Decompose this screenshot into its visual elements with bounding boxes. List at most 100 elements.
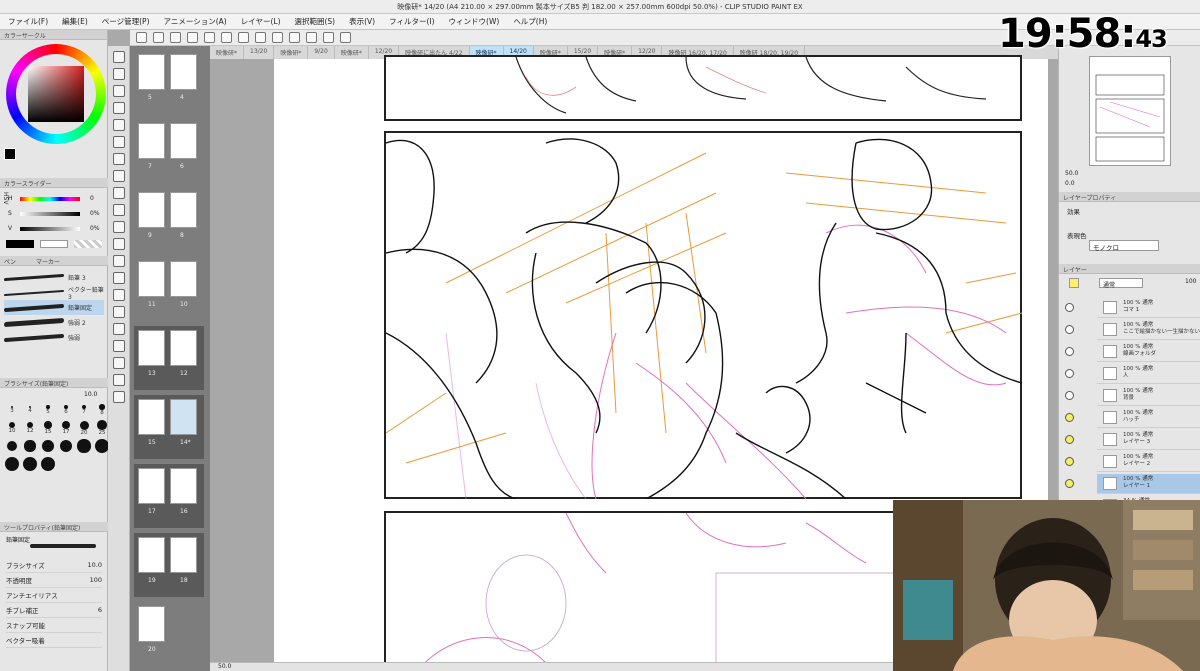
color-history-transparent[interactable] [74,240,102,248]
page-thumbnail[interactable] [170,54,197,90]
balloon-icon[interactable] [112,374,125,386]
color-wheel[interactable] [6,44,106,144]
gradient-icon[interactable] [112,289,125,301]
layer-row[interactable]: 100 % 通常 ここで絵描かない一生描かない [1097,320,1200,340]
wand-icon[interactable] [112,119,125,131]
snap-icon[interactable] [323,32,334,43]
page-thumbnail[interactable] [138,192,165,228]
layer-row[interactable]: 100 % 通常 レイヤー 1 [1097,474,1200,494]
brush-size-option[interactable] [22,438,38,454]
color-history-white[interactable] [40,240,68,248]
layer-row[interactable]: 100 % 通常 ハッチ [1097,408,1200,428]
tool-property-row[interactable]: アンチエイリアス [6,588,102,603]
tab-doc[interactable]: 映像研* [210,46,245,59]
undo-icon[interactable] [221,32,232,43]
layer-row[interactable]: 100 % 通常人 [1097,364,1200,384]
frame-icon[interactable] [112,323,125,335]
layer-visibility-icon[interactable] [1065,303,1074,312]
menu-filter[interactable]: フィルター(I) [389,16,434,27]
fill-icon[interactable] [112,272,125,284]
subtool-item[interactable]: 鉛筆 3 [4,270,104,285]
saturation-square[interactable] [28,66,84,122]
menu-window[interactable]: ウィンドウ(W) [449,16,500,27]
brush-size-option[interactable]: 12 [22,420,38,436]
layer-row[interactable]: 100 % 通常 レイヤー 3 [1097,430,1200,450]
page-thumbnail[interactable] [138,606,165,642]
layer-visibility-icon[interactable] [1065,325,1074,334]
brush-size-option[interactable] [4,438,20,454]
page-thumbnail[interactable] [138,537,165,573]
navigator-angle[interactable]: 0.0 [1065,180,1075,187]
brush-size-option[interactable]: 20 [76,420,92,436]
brush-size-option[interactable]: 6 [58,402,74,418]
brush-size-option[interactable]: 7 [76,402,92,418]
blend-mode-select[interactable]: 通常 [1099,278,1143,289]
tab-doc[interactable]: 映像研* [274,46,309,59]
tab-doc[interactable]: 映像研* [335,46,369,59]
subtool-tab-pen[interactable]: ペン [4,257,16,266]
brush-size-option[interactable]: 10 [4,420,20,436]
pen-icon[interactable] [112,153,125,165]
copy-icon[interactable] [187,32,198,43]
tool-property-row[interactable]: ブラシサイズ 10.0 [6,558,102,573]
main-color-swatch[interactable] [4,148,16,160]
page-thumbnail[interactable] [138,123,165,159]
tab-doc[interactable]: 9/20 [308,46,335,59]
layer-visibility-icon[interactable] [1065,413,1074,422]
save-icon[interactable] [170,32,181,43]
page-thumbnail[interactable] [138,261,165,297]
open-icon[interactable] [153,32,164,43]
brush-size-option[interactable] [40,456,56,472]
figure-icon[interactable] [112,306,125,318]
layer-visibility-icon[interactable] [1065,457,1074,466]
page-thumbnail[interactable] [170,261,197,297]
slider-v[interactable]: V 0% [8,224,104,233]
brush-size-option[interactable]: 17 [58,420,74,436]
page-thumbnail[interactable] [170,399,197,435]
slider-s[interactable]: S 0% [8,209,104,218]
vector-icon[interactable] [306,32,317,43]
brush-size-option[interactable] [58,438,74,454]
page-thumbnail[interactable] [170,468,197,504]
correct-line-icon[interactable] [112,391,125,403]
brush-size-option[interactable]: 4 [22,402,38,418]
tool-property-row[interactable]: スナップ可能 [6,618,102,633]
brush-size-option[interactable] [40,438,56,454]
navigator-zoom[interactable]: 50.0 [1065,170,1078,177]
navigator-preview[interactable] [1089,56,1171,166]
menu-selection[interactable]: 選択範囲(S) [295,16,336,27]
pencil-icon[interactable] [112,170,125,182]
redo-icon[interactable] [238,32,249,43]
page-thumbnail[interactable] [138,399,165,435]
select-icon[interactable] [112,102,125,114]
layer-color-swatch[interactable] [1069,278,1079,288]
subtool-item[interactable]: 強弱 [4,330,104,345]
blend-icon[interactable] [112,255,125,267]
layer-opacity-value[interactable]: 100 [1185,278,1196,285]
layer-visibility-icon[interactable] [1065,479,1074,488]
zoom-icon[interactable] [112,51,125,63]
layer-visibility-icon[interactable] [1065,347,1074,356]
menu-help[interactable]: ヘルプ(H) [513,16,547,27]
menu-page[interactable]: ページ管理(P) [102,16,150,27]
layer-visibility-icon[interactable] [1065,435,1074,444]
page-thumbnail[interactable] [170,537,197,573]
page-thumbnail[interactable] [138,54,165,90]
hand-icon[interactable] [112,68,125,80]
brush-size-option[interactable]: 3 [4,402,20,418]
tool-property-row[interactable]: ベクター吸着 [6,633,102,648]
clear-icon[interactable] [255,32,266,43]
paste-icon[interactable] [204,32,215,43]
layer-row[interactable]: 100 % 通常 背景 [1097,386,1200,406]
tool-property-row[interactable]: 不透明度 100 [6,573,102,588]
subtool-tab-marker[interactable]: マーカー [36,257,60,266]
brush-size-option[interactable]: 15 [40,420,56,436]
subtool-item[interactable]: 強弱 2 [4,315,104,330]
brush-size-option[interactable] [4,456,20,472]
ruler-icon[interactable] [340,32,351,43]
tab-doc[interactable]: 13/20 [244,46,275,59]
page-thumbnail[interactable] [138,468,165,504]
airbrush-icon[interactable] [112,204,125,216]
eyedropper-icon[interactable] [112,136,125,148]
menu-view[interactable]: 表示(V) [349,16,375,27]
